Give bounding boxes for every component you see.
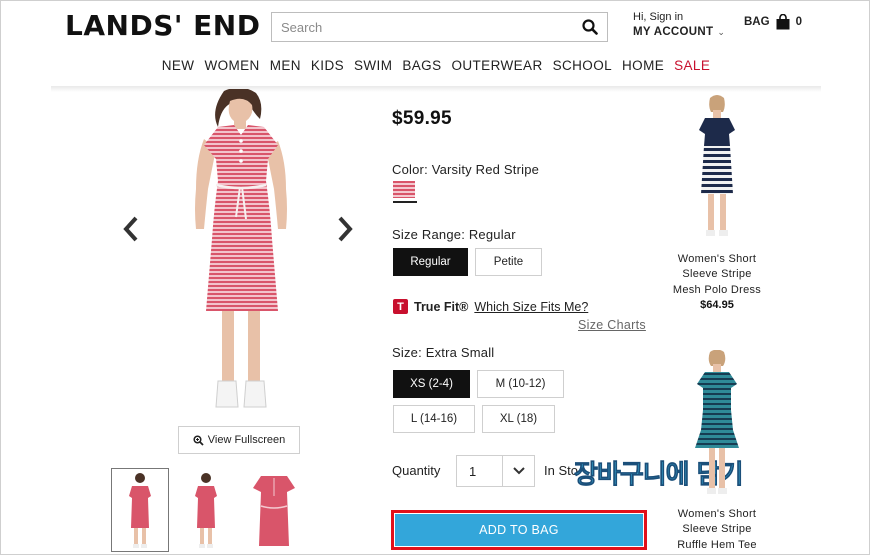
in-stock-status: In Sto — [544, 463, 578, 478]
size-option-xs[interactable]: XS (2-4) — [393, 370, 470, 398]
color-swatch-varsity-red-stripe[interactable] — [393, 181, 417, 203]
nav-item-bags[interactable]: BAGS — [397, 58, 446, 73]
zoom-icon — [193, 434, 204, 446]
product-thumbnail[interactable] — [245, 468, 303, 552]
nav-item-school[interactable]: SCHOOL — [548, 58, 617, 73]
main-nav: NEW WOMEN MEN KIDS SWIM BAGS OUTERWEAR S… — [1, 58, 870, 73]
nav-item-swim[interactable]: SWIM — [349, 58, 397, 73]
view-fullscreen-label: View Fullscreen — [207, 434, 286, 446]
bag-button[interactable]: BAG 0 — [744, 14, 802, 30]
truefit-logo-icon: T — [393, 299, 408, 314]
nav-item-home[interactable]: HOME — [617, 58, 669, 73]
quantity-value: 1 — [469, 463, 477, 479]
product-price: $59.95 — [392, 108, 452, 129]
size-range-petite[interactable]: Petite — [475, 248, 542, 276]
chevron-down-icon: ⌄ — [717, 27, 725, 37]
recommendation-name[interactable]: Women's Short Sleeve Stripe Ruffle Hem T… — [667, 507, 767, 553]
which-size-fits-me-link[interactable]: Which Size Fits Me? — [474, 300, 588, 314]
nav-item-new[interactable]: NEW — [157, 58, 200, 73]
view-fullscreen-button[interactable]: View Fullscreen — [178, 426, 300, 454]
recommendation-item[interactable]: Women's Short Sleeve Stripe Ruffle Hem T… — [667, 350, 767, 553]
account-menu[interactable]: Hi, Sign in MY ACCOUNT ⌄ — [633, 11, 725, 38]
search-input[interactable] — [272, 13, 573, 41]
chevron-down-icon — [502, 456, 534, 486]
chevron-right-icon[interactable] — [333, 213, 357, 245]
quantity-select[interactable]: 1 — [456, 455, 535, 487]
add-to-bag-button[interactable]: ADD TO BAG — [395, 514, 643, 546]
sign-in-link[interactable]: Hi, Sign in — [633, 11, 725, 23]
bag-label: BAG — [744, 16, 770, 28]
nav-item-men[interactable]: MEN — [265, 58, 306, 73]
size-option-m[interactable]: M (10-12) — [477, 370, 564, 398]
nav-item-sale[interactable]: SALE — [669, 58, 715, 73]
recommendation-image[interactable] — [667, 94, 767, 244]
recommendation-name[interactable]: Women's Short Sleeve Stripe Mesh Polo Dr… — [667, 252, 767, 298]
size-range-label: Size Range: Regular — [392, 227, 516, 242]
truefit-brand: True Fit® — [414, 299, 469, 314]
size-option-xl[interactable]: XL (18) — [482, 405, 555, 433]
product-thumbnail[interactable] — [111, 468, 169, 552]
product-main-image[interactable] — [166, 87, 316, 419]
recommendation-price: $64.95 — [700, 298, 734, 311]
lands-end-logo[interactable]: LANDS' END — [65, 9, 260, 42]
nav-item-outerwear[interactable]: OUTERWEAR — [446, 58, 547, 73]
add-to-bag-highlight: ADD TO BAG — [391, 510, 647, 550]
shopping-bag-icon — [776, 14, 790, 30]
bag-count: 0 — [795, 16, 802, 28]
truefit-widget: T True Fit® Which Size Fits Me? — [393, 299, 588, 314]
my-account-label[interactable]: MY ACCOUNT — [633, 26, 713, 38]
size-range-regular[interactable]: Regular — [393, 248, 468, 276]
search-box — [271, 12, 608, 42]
search-icon[interactable] — [573, 13, 607, 41]
size-charts-link[interactable]: Size Charts — [578, 318, 646, 332]
recommendation-image[interactable] — [667, 350, 767, 500]
size-label: Size: Extra Small — [392, 345, 495, 360]
recommendation-item[interactable]: Women's Short Sleeve Stripe Mesh Polo Dr… — [667, 94, 767, 311]
chevron-left-icon[interactable] — [119, 213, 143, 245]
product-thumbnail[interactable] — [177, 468, 235, 552]
size-option-l[interactable]: L (14-16) — [393, 405, 475, 433]
color-label: Color: Varsity Red Stripe — [392, 162, 540, 177]
nav-item-kids[interactable]: KIDS — [306, 58, 349, 73]
quantity-label: Quantity — [392, 463, 441, 478]
nav-item-women[interactable]: WOMEN — [199, 58, 264, 73]
